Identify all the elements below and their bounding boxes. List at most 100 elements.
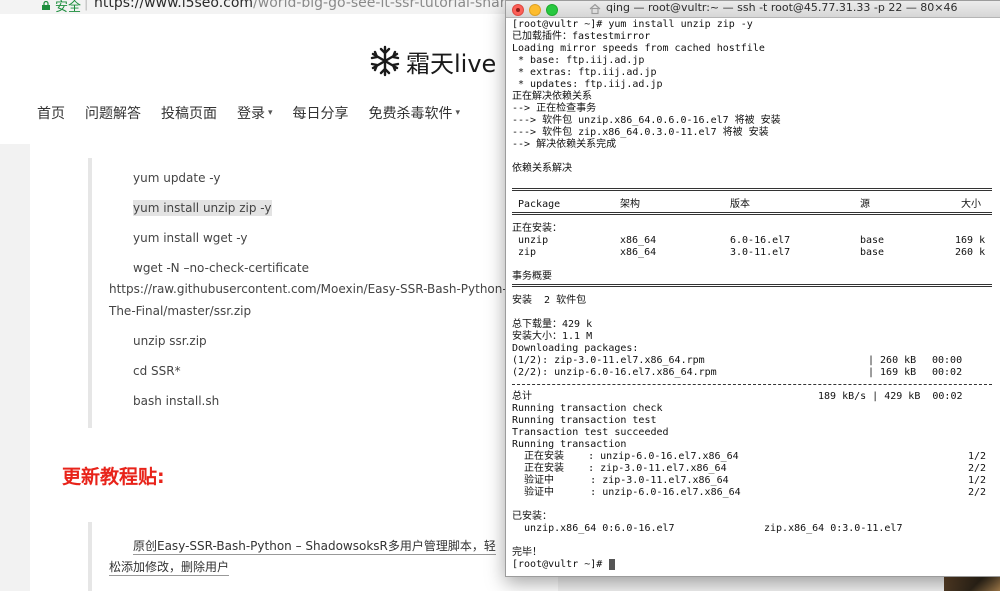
- terminal-line: Loading mirror speeds from cached hostfi…: [512, 43, 765, 54]
- lock-icon: [42, 1, 50, 10]
- step-action: 验证中 : unzip-6.0-16.el7.x86_64: [512, 487, 741, 498]
- package-name: zip: [518, 247, 537, 258]
- terminal-line: ---> 软件包 zip.x86_64.0.3.0-11.el7 将被 安装: [512, 127, 769, 138]
- terminal-output[interactable]: [root@vultr ~]# yum install unzip zip -y…: [506, 18, 1000, 572]
- terminal-prompt[interactable]: [root@vultr ~]#: [512, 559, 608, 571]
- terminal-line: ---> 软件包 unzip.x86_64.0.6.0-16.el7 将被 安装: [512, 115, 781, 126]
- nav-label: 问题解答: [85, 106, 141, 122]
- main-navigation: 首页 问题解答 投稿页面 登录 ▾ 每日分享 免费杀毒软件 ▾: [37, 102, 480, 124]
- total-label: 总计: [512, 391, 532, 402]
- terminal-line: --> 正在检查事务: [512, 103, 597, 114]
- download-size: | 169 kB: [868, 367, 917, 378]
- download-size: | 260 kB: [868, 355, 917, 366]
- article-body: [30, 144, 558, 591]
- step-count: 1/2: [968, 451, 987, 462]
- code-line: The-Final/master/ssr.zip: [109, 304, 252, 318]
- terminal-line: Downloading packages:: [512, 343, 639, 354]
- nav-label: 登录: [237, 106, 265, 122]
- package-size: 169 k: [955, 235, 986, 246]
- update-tutorials-heading: 更新教程贴:: [62, 466, 165, 488]
- download-name: (2/2): unzip-6.0-16.el7.x86_64.rpm: [512, 367, 717, 378]
- nav-item-login[interactable]: 登录 ▾: [237, 102, 273, 124]
- step-count: 2/2: [968, 487, 987, 498]
- terminal-line: 事务概要: [512, 271, 552, 282]
- zoom-button[interactable]: [546, 4, 558, 16]
- chevron-down-icon: ▾: [268, 108, 273, 118]
- terminal-line: Transaction test succeeded: [512, 427, 669, 438]
- terminal-line: 正在解决依赖关系: [512, 91, 592, 102]
- code-line-selected[interactable]: yum install unzip zip -y: [133, 200, 272, 216]
- package-size: 260 k: [955, 247, 986, 258]
- secure-label: 安全: [55, 0, 82, 15]
- nav-item-antivirus[interactable]: 免费杀毒软件 ▾: [369, 102, 461, 124]
- step-count: 2/2: [968, 463, 987, 474]
- nav-item-faq[interactable]: 问题解答: [85, 102, 141, 124]
- terminal-dashed-rule: [512, 384, 992, 385]
- terminal-line: 完毕！: [512, 547, 542, 558]
- nav-item-submit[interactable]: 投稿页面: [161, 102, 217, 124]
- step-action: 正在安装 : unzip-6.0-16.el7.x86_64: [512, 451, 739, 462]
- blockquote-bar: [88, 522, 92, 591]
- terminal-line: 已加载插件：fastestmirror: [512, 31, 651, 42]
- terminal-cursor: [609, 559, 615, 570]
- col-header-size: 大小: [961, 199, 981, 210]
- package-arch: x86_64: [620, 235, 657, 246]
- code-line: https://raw.githubusercontent.com/Moexin…: [109, 282, 507, 296]
- terminal-line: Running transaction test: [512, 415, 657, 426]
- terminal-double-rule: [512, 212, 992, 215]
- terminal-title: qing — root@vultr:~ — ssh -t root@45.77.…: [606, 1, 958, 14]
- package-arch: x86_64: [620, 247, 657, 258]
- terminal-line: --> 解决依赖关系完成: [512, 139, 617, 150]
- nav-label: 每日分享: [292, 106, 349, 122]
- close-button[interactable]: [512, 4, 524, 16]
- col-header-version: 版本: [730, 199, 750, 210]
- terminal-line: 安装 2 软件包: [512, 295, 587, 306]
- nav-label: 投稿页面: [161, 106, 217, 122]
- minimize-button[interactable]: [529, 4, 541, 16]
- url-host: https://www.i5seo.com: [94, 0, 254, 11]
- col-header-repo: 源: [860, 199, 870, 210]
- package-version: 6.0-16.el7: [730, 235, 791, 246]
- article-link[interactable]: 原创Easy-SSR-Bash-Python – ShadowsoksR多用户管…: [133, 537, 496, 555]
- code-line: unzip ssr.zip: [133, 334, 207, 348]
- snowflake-icon: [370, 45, 400, 77]
- terminal-line: * base: ftp.iij.ad.jp: [512, 55, 645, 66]
- download-name: (1/2): zip-3.0-11.el7.x86_64.rpm: [512, 355, 705, 366]
- terminal-line: 安装大小：1.1 M: [512, 331, 593, 342]
- terminal-line: 总下载量：429 k: [512, 319, 593, 330]
- total-value: 189 kB/s | 429 kB 00:02: [818, 391, 963, 402]
- terminal-line: 正在安装：: [512, 223, 562, 234]
- terminal-window[interactable]: qing — root@vultr:~ — ssh -t root@45.77.…: [505, 0, 1000, 577]
- terminal-double-rule: [512, 284, 992, 287]
- nav-item-daily-share[interactable]: 每日分享: [293, 102, 349, 124]
- terminal-line: * extras: ftp.iij.ad.jp: [512, 67, 657, 78]
- terminal-double-rule: [512, 188, 992, 191]
- terminal-line: Running transaction check: [512, 403, 663, 414]
- terminal-line: 依赖关系解决: [512, 163, 572, 174]
- terminal-line: Running transaction: [512, 439, 627, 450]
- step-action: 正在安装 : zip-3.0-11.el7.x86_64: [512, 463, 727, 474]
- code-line: yum update -y: [133, 171, 221, 185]
- col-header-arch: 架构: [620, 199, 640, 210]
- chevron-down-icon: ▾: [455, 108, 461, 118]
- code-line: cd SSR*: [133, 364, 181, 378]
- code-line: wget -N –no-check-certificate: [133, 261, 309, 275]
- home-icon: [589, 3, 601, 15]
- nav-item-home[interactable]: 首页: [37, 102, 65, 124]
- package-version: 3.0-11.el7: [730, 247, 791, 258]
- nav-label: 首页: [37, 106, 65, 122]
- step-count: 1/2: [968, 475, 987, 486]
- col-header-package: Package: [518, 199, 561, 210]
- terminal-titlebar[interactable]: qing — root@vultr:~ — ssh -t root@45.77.…: [506, 1, 1000, 18]
- installed-package: zip.x86_64 0:3.0-11.el7: [764, 523, 903, 534]
- installed-package: unzip.x86_64 0:6.0-16.el7: [512, 523, 675, 534]
- article-link-continued[interactable]: 松添加修改，删除用户: [109, 558, 230, 576]
- site-logo[interactable]: 霜天live: [368, 44, 496, 78]
- code-line: yum install wget -y: [133, 231, 248, 245]
- nav-label: 免费杀毒软件: [368, 106, 453, 122]
- terminal-line: * updates: ftp.iij.ad.jp: [512, 79, 663, 90]
- download-time: 00:02: [932, 367, 963, 378]
- step-action: 验证中 : zip-3.0-11.el7.x86_64: [512, 475, 729, 486]
- terminal-line: [root@vultr ~]# yum install unzip zip -y: [512, 19, 753, 30]
- address-separator: |: [84, 0, 89, 11]
